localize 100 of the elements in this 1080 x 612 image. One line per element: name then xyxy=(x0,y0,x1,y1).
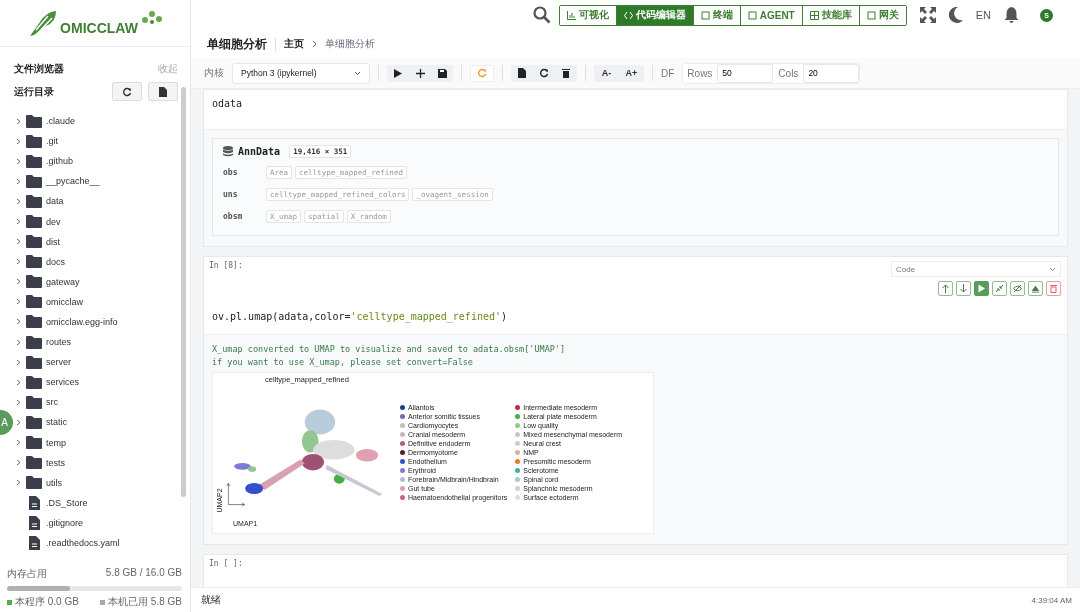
bell-icon[interactable] xyxy=(1004,7,1019,23)
chevron-icon xyxy=(15,398,21,406)
file-tree-item[interactable]: routes xyxy=(14,332,178,353)
chevron-icon xyxy=(15,439,21,447)
field-key: obsm xyxy=(223,211,263,221)
folder-icon xyxy=(26,295,42,309)
square-icon xyxy=(747,10,757,20)
folder-icon xyxy=(26,315,42,329)
refresh-icon xyxy=(539,68,549,78)
refresh-icon xyxy=(122,86,132,97)
file-tree-item[interactable]: data xyxy=(14,191,178,212)
legend-square-icon xyxy=(7,599,12,605)
file-tree-item[interactable]: .DS_Store xyxy=(14,492,178,513)
refresh-button[interactable] xyxy=(112,82,142,101)
file-tree-item[interactable]: dist xyxy=(14,231,178,252)
chevron-icon xyxy=(15,157,21,165)
folder-icon xyxy=(26,154,42,168)
floppy-icon xyxy=(437,68,447,78)
folder-icon xyxy=(26,114,42,128)
cell-clear-button[interactable] xyxy=(1028,281,1043,296)
file-icon xyxy=(29,536,40,550)
new-file-button[interactable] xyxy=(148,82,178,101)
field-key: obs xyxy=(223,167,263,177)
memory-label: 内存占用 xyxy=(7,567,47,581)
fullscreen-icon[interactable] xyxy=(919,7,936,23)
breadcrumb-link[interactable]: 单细胞分析 xyxy=(325,37,375,51)
file-tree-item[interactable]: .claude xyxy=(14,111,178,132)
output-log-line: if you want to use X_umap, please set convert=False xyxy=(212,356,474,369)
file-tree-item[interactable]: static xyxy=(14,412,178,433)
output-log-line: X_umap converted to UMAP to visualize and saved to adata.obsm['UMAP'] xyxy=(212,343,567,356)
restart-button[interactable] xyxy=(470,64,494,82)
cell-hide-button[interactable] xyxy=(1010,281,1025,296)
file-tree-item[interactable]: omicclaw xyxy=(14,291,178,312)
cell-up-button[interactable] xyxy=(938,281,953,296)
caret-icon xyxy=(1049,266,1056,272)
status-text: 就绪 xyxy=(201,593,221,607)
file-tree-item[interactable]: .git xyxy=(14,131,178,152)
arrow-down-icon xyxy=(959,284,968,293)
anndata-title: AnnData xyxy=(238,146,281,157)
folder-icon xyxy=(26,275,42,289)
collapse-icon xyxy=(995,284,1004,293)
chevron-icon xyxy=(15,318,21,326)
rows-input[interactable]: 50 xyxy=(717,63,774,83)
file-tree-item[interactable]: temp xyxy=(14,432,178,453)
app-memory: 本程序 0.0 GB xyxy=(15,595,79,609)
chevron-icon xyxy=(15,218,21,225)
file-tree-item[interactable]: services xyxy=(14,372,178,393)
chevron-icon xyxy=(15,117,21,125)
file-tree-item[interactable]: docs xyxy=(14,251,178,272)
file-tree-item[interactable]: tests xyxy=(14,452,178,473)
trash-icon xyxy=(562,68,570,78)
chevron-icon xyxy=(15,278,21,286)
file-tree-item[interactable]: gateway xyxy=(14,271,178,292)
kernel-select[interactable]: Python 3 (ipykernel) xyxy=(232,62,370,84)
folder-icon xyxy=(26,355,42,369)
cell-down-button[interactable] xyxy=(956,281,971,296)
folder-icon xyxy=(26,395,42,409)
cell-prompt: In [8]: xyxy=(209,261,243,272)
cell-run-button[interactable] xyxy=(974,281,989,296)
chevron-icon xyxy=(15,418,21,426)
legend-square-icon xyxy=(100,599,106,605)
file-tree-item[interactable]: __pycache__ xyxy=(14,171,178,192)
chevron-icon xyxy=(15,338,21,346)
file-icon xyxy=(29,495,40,510)
folder-icon xyxy=(26,335,42,349)
page-title: 单细胞分析 xyxy=(207,35,267,53)
section-title: 运行目录 xyxy=(14,84,54,99)
file-tree-item[interactable]: .github xyxy=(14,151,178,172)
scrollbar-thumb[interactable] xyxy=(181,87,186,497)
file-tree-item[interactable]: .readthedocs.yaml xyxy=(14,532,178,554)
memory-reading: 5.8 GB / 16.0 GB xyxy=(105,567,182,580)
status-time: 4:39:04 AM xyxy=(1031,595,1072,605)
file-tree-item[interactable]: src xyxy=(14,392,178,413)
file-tree-item[interactable]: .gitignore xyxy=(14,512,178,533)
caret-icon xyxy=(354,70,361,76)
file-tree-item[interactable]: utils xyxy=(14,472,178,493)
cell-delete-button[interactable] xyxy=(1046,281,1061,296)
language-button[interactable]: EN xyxy=(975,9,991,21)
grid-icon xyxy=(809,10,819,20)
file-tree-item[interactable]: omicclaw.egg-info xyxy=(14,311,178,333)
chevron-icon xyxy=(15,298,21,306)
nav-tab[interactable]: 代码编辑器 xyxy=(616,5,694,25)
moon-icon[interactable] xyxy=(948,7,963,23)
cols-input[interactable]: 20 xyxy=(803,63,860,83)
restart-icon xyxy=(477,68,487,78)
folder-icon xyxy=(26,375,42,389)
chevron-icon xyxy=(15,358,21,366)
folder-icon xyxy=(26,476,42,490)
search-icon[interactable] xyxy=(532,6,551,24)
play-icon xyxy=(977,284,986,293)
cell-collapse-button[interactable] xyxy=(992,281,1007,296)
omicclaw-logo: OMICCLAW xyxy=(0,0,190,47)
cell-type-select[interactable]: Code xyxy=(891,261,1061,277)
plus-icon xyxy=(415,68,425,78)
file-tree-item[interactable]: server xyxy=(14,352,178,373)
file-tree-item[interactable]: dev xyxy=(14,211,178,232)
chevron-icon xyxy=(15,258,21,266)
breadcrumb-link[interactable]: 主页 xyxy=(284,37,304,51)
chevron-icon xyxy=(15,238,21,246)
nav-tab[interactable]: 可视化 xyxy=(559,5,617,25)
